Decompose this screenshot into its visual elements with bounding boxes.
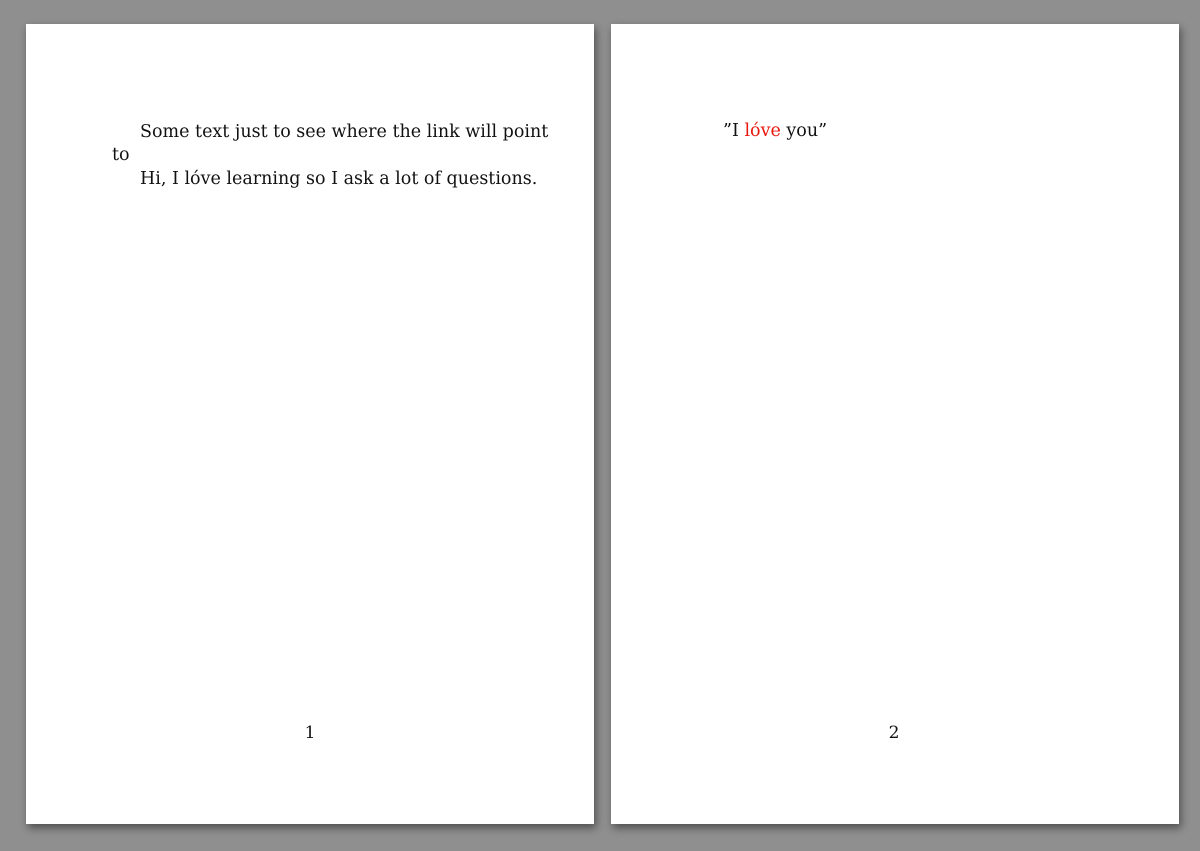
document-page-1: Some text just to see where the link wil… [26,24,594,824]
page-1-margin-note: to [112,145,130,165]
quote-close-text: you” [780,121,828,141]
page-1-text-line-1: Some text just to see where the link wil… [140,122,549,142]
page-1-text-line-2: Hi, I lóve learning so I ask a lot of qu… [140,169,538,189]
quote-highlighted-word: lóve [744,121,781,141]
document-page-2: ”I lóve you” 2 [611,24,1179,824]
quote-open-text: ”I [723,121,745,141]
page-number-2: 2 [888,723,900,743]
page-number-1: 1 [304,723,316,743]
page-2-quote-line: ”I lóve you” [723,121,828,141]
